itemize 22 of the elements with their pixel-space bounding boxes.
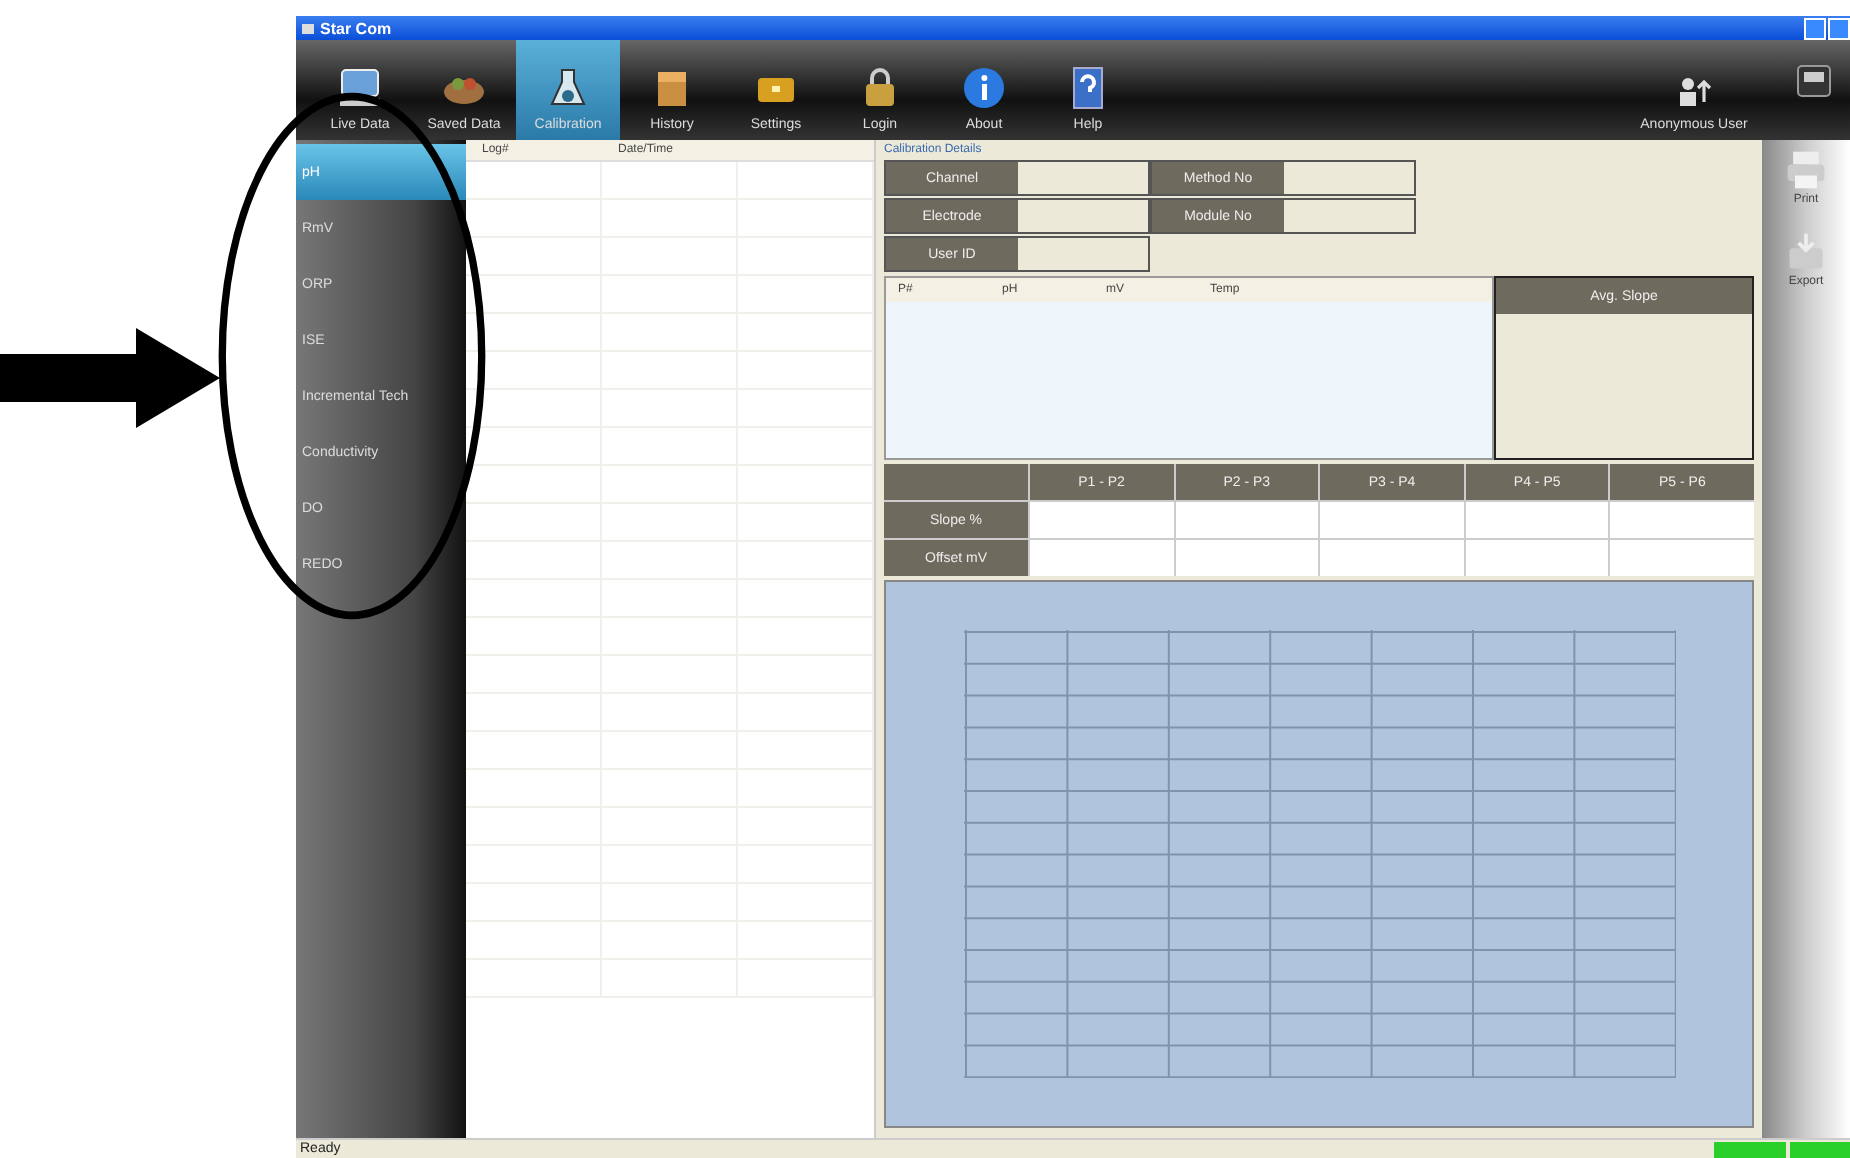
table-cell — [1465, 502, 1609, 538]
monitor-icon — [336, 64, 384, 112]
table-cell — [1610, 540, 1754, 576]
tray-icon — [1784, 230, 1828, 274]
info-icon — [960, 64, 1008, 112]
table-cell — [1610, 502, 1754, 538]
status-indicator — [1790, 1141, 1850, 1157]
table-cell — [1175, 502, 1319, 538]
printer-icon — [1784, 148, 1828, 192]
status-indicator — [1714, 1141, 1786, 1157]
table-cell — [1465, 540, 1609, 576]
restore-button[interactable] — [1828, 17, 1850, 39]
table-cell — [1030, 540, 1174, 576]
window-title: Star Com — [320, 19, 394, 37]
table-cell — [1320, 540, 1464, 576]
app-icon — [302, 23, 314, 33]
minimize-button[interactable] — [1804, 17, 1826, 39]
table-cell — [1320, 502, 1464, 538]
table-cell — [1175, 540, 1319, 576]
users-icon — [1674, 76, 1714, 108]
device-icon[interactable] — [1794, 60, 1834, 100]
table-cell — [1030, 502, 1174, 538]
